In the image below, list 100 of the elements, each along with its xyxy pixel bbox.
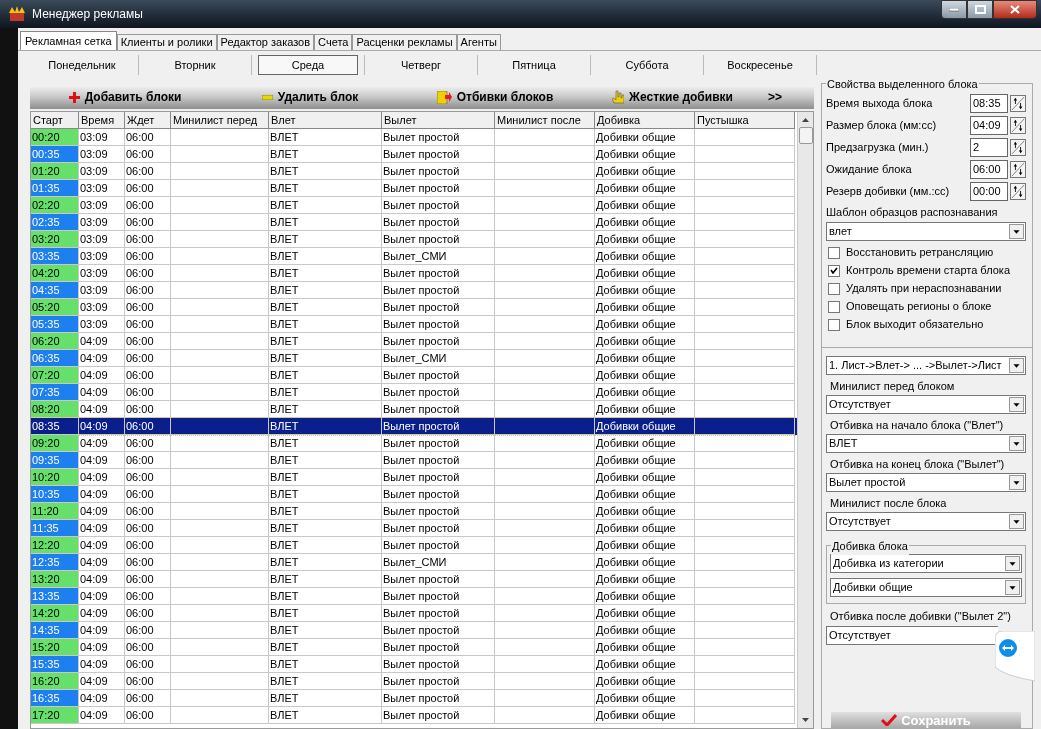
checkbox[interactable] <box>828 318 840 331</box>
table-row[interactable]: 12:20 04:09 06:00 ВЛЕТ Вылет простой Добивки общие <box>31 537 797 554</box>
spin-field[interactable]: 00:00 <box>970 181 1008 201</box>
column-header[interactable]: Вылет <box>382 112 495 129</box>
table-row[interactable]: 07:20 04:09 06:00 ВЛЕТ Вылет простой Добивки общие <box>31 367 797 384</box>
checkbox[interactable] <box>828 264 840 277</box>
spin-field[interactable]: 06:00 <box>970 159 1008 179</box>
table-cell: 04:09 <box>79 520 125 537</box>
table-cell: Добивки общие <box>595 367 695 384</box>
table-row[interactable]: 08:35 04:09 06:00 ВЛЕТ Вылет простой Добивки общие <box>31 418 797 435</box>
dropdown[interactable]: Добивка из категории <box>830 554 1022 573</box>
table-row[interactable]: 03:35 03:09 06:00 ВЛЕТ Вылет_СМИ Добивки общие <box>31 248 797 265</box>
table-row[interactable]: 12:35 04:09 06:00 ВЛЕТ Вылет_СМИ Добивки общие <box>31 554 797 571</box>
table-row[interactable]: 15:20 04:09 06:00 ВЛЕТ Вылет простой Добивки общие <box>31 639 797 656</box>
table-cell: 03:09 <box>79 231 125 248</box>
column-header[interactable]: Пустышка <box>695 112 795 129</box>
table-row[interactable]: 05:20 03:09 06:00 ВЛЕТ Вылет простой Добивки общие <box>31 299 797 316</box>
table-row[interactable]: 16:35 04:09 06:00 ВЛЕТ Вылет простой Добивки общие <box>31 690 797 707</box>
toolbar-button[interactable]: Жесткие добивки <box>610 88 735 106</box>
dropdown[interactable]: Вылет простой <box>826 473 1026 492</box>
dropdown[interactable]: ВЛЕТ <box>826 434 1026 453</box>
dropdown[interactable]: Отсутствует <box>826 512 1026 531</box>
table-cell: Добивки общие <box>595 571 695 588</box>
day-tab[interactable]: Суббота <box>621 55 673 75</box>
table-row[interactable]: 02:35 03:09 06:00 ВЛЕТ Вылет простой Добивки общие <box>31 214 797 231</box>
table-cell: Добивки общие <box>595 520 695 537</box>
scroll-thumb[interactable] <box>798 127 813 144</box>
table-row[interactable]: 16:20 04:09 06:00 ВЛЕТ Вылет простой Добивки общие <box>31 673 797 690</box>
spin-field[interactable]: 04:09 <box>970 115 1008 135</box>
dropdown[interactable]: Отсутствует <box>826 395 1026 414</box>
table-row[interactable]: 14:35 04:09 06:00 ВЛЕТ Вылет простой Добивки общие <box>31 622 797 639</box>
table-row[interactable]: 09:35 04:09 06:00 ВЛЕТ Вылет простой Добивки общие <box>31 452 797 469</box>
table-row[interactable]: 04:20 03:09 06:00 ВЛЕТ Вылет простой Добивки общие <box>31 265 797 282</box>
table-row[interactable]: 05:35 03:09 06:00 ВЛЕТ Вылет простой Добивки общие <box>31 316 797 333</box>
tab[interactable]: Рекламная сетка <box>20 31 117 50</box>
table-row[interactable]: 11:20 04:09 06:00 ВЛЕТ Вылет простой Добивки общие <box>31 503 797 520</box>
minimize-button[interactable] <box>941 0 967 19</box>
table-row[interactable]: 15:35 04:09 06:00 ВЛЕТ Вылет простой Добивки общие <box>31 656 797 673</box>
day-tab[interactable]: Вторник <box>170 55 220 75</box>
tab[interactable]: Расценки рекламы <box>352 34 457 50</box>
table-cell: ВЛЕТ <box>269 265 382 282</box>
table-cell: 06:00 <box>125 690 171 707</box>
table-row[interactable]: 02:20 03:09 06:00 ВЛЕТ Вылет простой Добивки общие <box>31 197 797 214</box>
toolbar-button[interactable]: >> <box>766 88 784 106</box>
note-arrow-icon <box>436 90 452 104</box>
spin-field[interactable]: 08:35 <box>970 93 1008 113</box>
day-tab[interactable]: Пятница <box>508 55 560 75</box>
table-cell: 10:35 <box>31 486 79 503</box>
spin-field[interactable]: 2 <box>970 137 1008 157</box>
table-row[interactable]: 11:35 04:09 06:00 ВЛЕТ Вылет простой Добивки общие <box>31 520 797 537</box>
column-header[interactable]: Добивка <box>595 112 695 129</box>
table-cell: ВЛЕТ <box>269 435 382 452</box>
day-tab[interactable]: Четверг <box>396 55 446 75</box>
table-row[interactable]: 17:20 04:09 06:00 ВЛЕТ Вылет простой Добивки общие <box>31 707 797 724</box>
checkbox[interactable] <box>828 300 840 313</box>
column-header[interactable]: Старт <box>31 112 79 129</box>
remote-control-icon[interactable] <box>995 631 1035 681</box>
table-row[interactable]: 13:20 04:09 06:00 ВЛЕТ Вылет простой Добивки общие <box>31 571 797 588</box>
table-row[interactable]: 00:20 03:09 06:00 ВЛЕТ Вылет простой Добивки общие <box>31 129 797 146</box>
close-button[interactable] <box>993 0 1037 19</box>
table-row[interactable]: 09:20 04:09 06:00 ВЛЕТ Вылет простой Добивки общие <box>31 435 797 452</box>
dropdown[interactable]: влет <box>826 221 1026 241</box>
table-row[interactable]: 06:35 04:09 06:00 ВЛЕТ Вылет_СМИ Добивки общие <box>31 350 797 367</box>
column-header[interactable]: Время <box>79 112 125 129</box>
toolbar-button[interactable]: Отбивки блоков <box>434 88 556 106</box>
table-row[interactable]: 04:35 03:09 06:00 ВЛЕТ Вылет простой Добивки общие <box>31 282 797 299</box>
toolbar-button[interactable]: Удалить блок <box>259 88 361 106</box>
table-row[interactable]: 13:35 04:09 06:00 ВЛЕТ Вылет простой Добивки общие <box>31 588 797 605</box>
tab[interactable]: Агенты <box>456 34 501 50</box>
table-row[interactable]: 14:20 04:09 06:00 ВЛЕТ Вылет простой Добивки общие <box>31 605 797 622</box>
table-row[interactable]: 01:35 03:09 06:00 ВЛЕТ Вылет простой Добивки общие <box>31 180 797 197</box>
dropdown[interactable]: Отсутствует <box>826 626 998 645</box>
table-row[interactable]: 01:20 03:09 06:00 ВЛЕТ Вылет простой Добивки общие <box>31 163 797 180</box>
table-cell: Добивки общие <box>595 639 695 656</box>
crown-icon <box>8 6 26 22</box>
day-tab[interactable]: Воскресенье <box>723 55 797 75</box>
table-row[interactable]: 10:35 04:09 06:00 ВЛЕТ Вылет простой Добивки общие <box>31 486 797 503</box>
dropdown[interactable]: Добивки общие <box>830 578 1022 597</box>
maximize-button[interactable] <box>967 0 993 19</box>
column-header[interactable]: Влет <box>269 112 382 129</box>
toolbar-button[interactable]: Добавить блоки <box>66 88 184 106</box>
scrollbar[interactable] <box>797 112 813 728</box>
column-header[interactable]: Ждет <box>125 112 171 129</box>
tab[interactable]: Клиенты и ролики <box>116 34 217 50</box>
tab[interactable]: Редактор заказов <box>216 34 315 50</box>
table-row[interactable]: 03:20 03:09 06:00 ВЛЕТ Вылет простой Добивки общие <box>31 231 797 248</box>
column-header[interactable]: Минилист перед <box>171 112 269 129</box>
checkbox[interactable] <box>828 246 840 259</box>
table-row[interactable]: 07:35 04:09 06:00 ВЛЕТ Вылет простой Добивки общие <box>31 384 797 401</box>
table-row[interactable]: 00:35 03:09 06:00 ВЛЕТ Вылет простой Добивки общие <box>31 146 797 163</box>
table-row[interactable]: 10:20 04:09 06:00 ВЛЕТ Вылет простой Добивки общие <box>31 469 797 486</box>
day-tab[interactable]: Понедельник <box>44 55 120 75</box>
dropdown[interactable]: 1. Лист->Влет-> ... ->Вылет->Лист <box>826 356 1026 375</box>
checkbox[interactable] <box>828 282 840 295</box>
table-row[interactable]: 06:20 04:09 06:00 ВЛЕТ Вылет простой Добивки общие <box>31 333 797 350</box>
table-cell: 04:09 <box>79 673 125 690</box>
day-tab[interactable]: Среда <box>258 55 358 75</box>
tab[interactable]: Счета <box>314 34 353 50</box>
column-header[interactable]: Минилист после <box>495 112 595 129</box>
table-cell: 06:00 <box>125 571 171 588</box>
